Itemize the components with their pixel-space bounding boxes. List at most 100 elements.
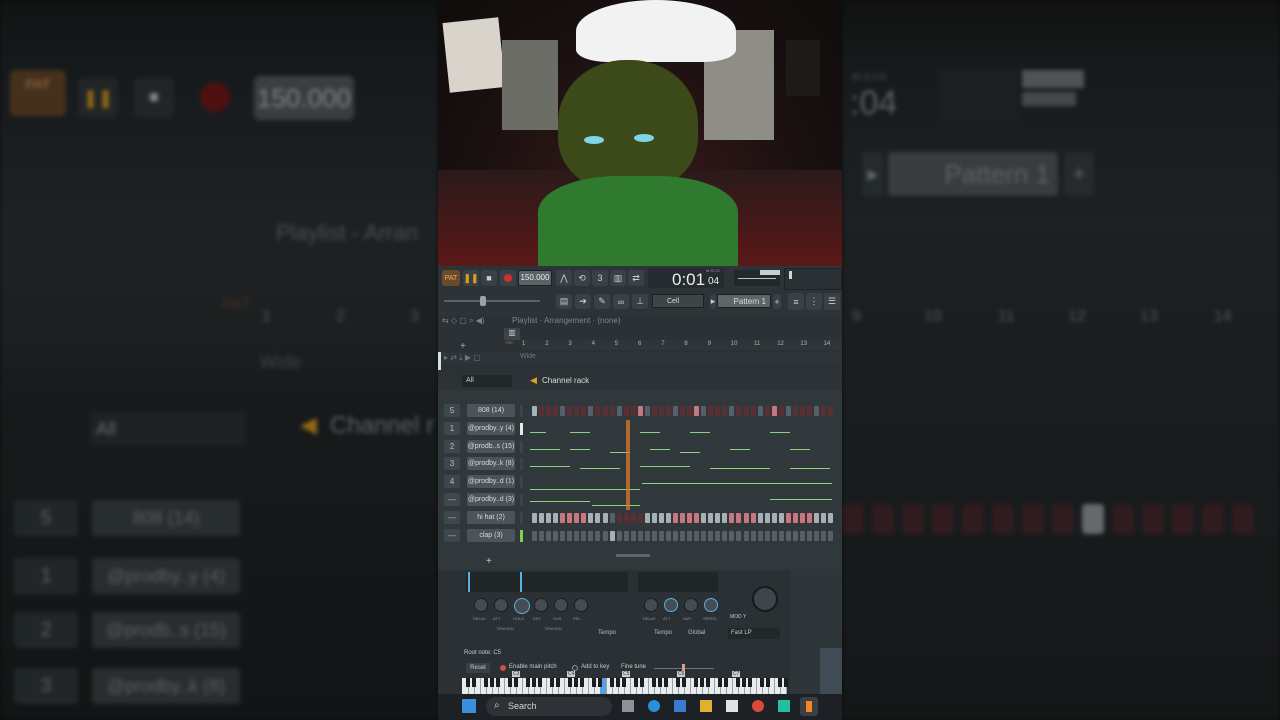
pattern-prev-button[interactable]: ▸	[710, 294, 716, 309]
step-button[interactable]	[616, 512, 622, 523]
step-button[interactable]	[609, 406, 615, 416]
step-button[interactable]	[588, 512, 594, 523]
step-button[interactable]	[722, 406, 728, 416]
channel-row[interactable]: 2 @prodb..s (15)	[438, 439, 842, 456]
blend-button[interactable]: ⇄	[628, 270, 644, 286]
step-button[interactable]	[687, 512, 693, 523]
step-button[interactable]	[539, 530, 545, 541]
channel-number[interactable]: ---	[444, 510, 460, 524]
envelope-knob[interactable]	[514, 598, 530, 614]
step-button[interactable]	[806, 530, 812, 541]
black-key[interactable]	[592, 678, 596, 687]
file-explorer-icon[interactable]	[700, 700, 712, 712]
black-key[interactable]	[724, 678, 728, 687]
piano-roll-button[interactable]: ⋮	[806, 293, 822, 310]
mod-knob[interactable]	[752, 586, 778, 612]
black-key[interactable]	[496, 678, 500, 687]
fine-tune-slider[interactable]	[654, 664, 714, 672]
channel-number[interactable]: ---	[444, 493, 460, 506]
channel-row[interactable]: 1 @prodby..y (4)	[438, 421, 842, 438]
step-button[interactable]	[665, 406, 671, 416]
step-button[interactable]	[814, 530, 819, 541]
step-button[interactable]	[778, 512, 784, 523]
step-button[interactable]	[799, 406, 805, 416]
master-pitch-slider[interactable]	[444, 296, 540, 306]
black-key[interactable]	[634, 678, 638, 687]
step-button[interactable]	[644, 530, 650, 541]
channel-name-button[interactable]: @prodby..d (1)	[467, 475, 515, 489]
channel-name-button[interactable]: hi hat (2)	[467, 510, 515, 524]
step-button[interactable]	[792, 406, 798, 416]
black-key[interactable]	[664, 678, 668, 687]
black-key[interactable]	[760, 678, 764, 687]
channel-select-indicator[interactable]	[520, 494, 523, 506]
step-button[interactable]	[828, 512, 834, 523]
step-button[interactable]	[581, 406, 587, 416]
black-key[interactable]	[706, 678, 710, 687]
lfo-knob[interactable]	[704, 598, 718, 612]
black-key[interactable]	[610, 678, 614, 687]
channel-select-indicator[interactable]	[520, 511, 523, 524]
channel-select-indicator[interactable]	[520, 422, 523, 435]
black-key[interactable]	[694, 678, 698, 687]
piano-keyboard[interactable]: C3 C4 C5 C6 C7	[462, 671, 788, 694]
channel-row[interactable]: --- hi hat (2)	[438, 510, 842, 527]
step-button[interactable]	[588, 530, 594, 541]
black-key[interactable]	[784, 678, 788, 687]
step-button[interactable]	[792, 530, 798, 541]
step-button[interactable]	[694, 530, 700, 541]
step-button[interactable]	[567, 512, 573, 523]
step-button[interactable]	[546, 530, 552, 541]
step-button[interactable]	[574, 406, 580, 416]
step-button[interactable]	[821, 406, 827, 416]
task-view-icon[interactable]	[622, 700, 634, 712]
black-key[interactable]	[766, 678, 770, 687]
step-button[interactable]	[644, 406, 650, 416]
step-button[interactable]	[792, 512, 798, 523]
rack-scrollbar[interactable]	[616, 554, 650, 557]
step-button[interactable]	[694, 512, 700, 523]
step-button[interactable]	[687, 406, 693, 416]
step-button[interactable]	[750, 530, 756, 541]
step-button[interactable]	[778, 530, 784, 541]
step-button[interactable]	[609, 530, 615, 541]
step-button[interactable]	[637, 530, 643, 541]
step-button[interactable]	[778, 406, 784, 416]
step-button[interactable]	[581, 530, 587, 541]
channel-number[interactable]: 1	[444, 421, 460, 435]
step-button[interactable]	[729, 406, 735, 416]
step-button[interactable]	[708, 512, 714, 523]
step-button[interactable]	[532, 530, 537, 541]
snap-select[interactable]: Cell	[652, 294, 704, 308]
playlist-button[interactable]: ≡	[788, 293, 804, 310]
reset-button[interactable]: Reset	[466, 663, 490, 673]
step-edit-button[interactable]: ▥	[610, 270, 626, 286]
black-key[interactable]	[574, 678, 578, 687]
step-button[interactable]	[814, 406, 819, 416]
channel-select-indicator[interactable]	[520, 440, 523, 453]
countdown-button[interactable]: 3	[592, 270, 608, 286]
step-button[interactable]	[553, 530, 559, 541]
envelope-knob[interactable]	[494, 598, 508, 612]
step-button[interactable]	[743, 530, 749, 541]
step-button[interactable]	[651, 512, 657, 523]
envelope-knob[interactable]	[474, 598, 488, 612]
black-key[interactable]	[568, 678, 572, 687]
step-button[interactable]	[806, 512, 812, 523]
step-button[interactable]	[821, 512, 827, 523]
step-button[interactable]	[729, 512, 735, 523]
step-button[interactable]	[602, 512, 608, 523]
taskbar-search[interactable]: ⌕ Search	[486, 697, 612, 716]
black-key[interactable]	[778, 678, 782, 687]
step-button[interactable]	[708, 406, 714, 416]
black-key[interactable]	[484, 678, 488, 687]
step-button[interactable]	[750, 512, 756, 523]
step-button[interactable]	[602, 530, 608, 541]
master-pitch-handle[interactable]	[480, 296, 486, 306]
lfo-knob[interactable]	[664, 598, 678, 612]
channel-filter-select[interactable]: All	[462, 375, 512, 387]
step-button[interactable]	[708, 530, 714, 541]
channel-row[interactable]: --- clap (3)	[438, 528, 842, 545]
channel-row[interactable]: 3 @prodby..k (8)	[438, 457, 842, 473]
step-button[interactable]	[602, 406, 608, 416]
